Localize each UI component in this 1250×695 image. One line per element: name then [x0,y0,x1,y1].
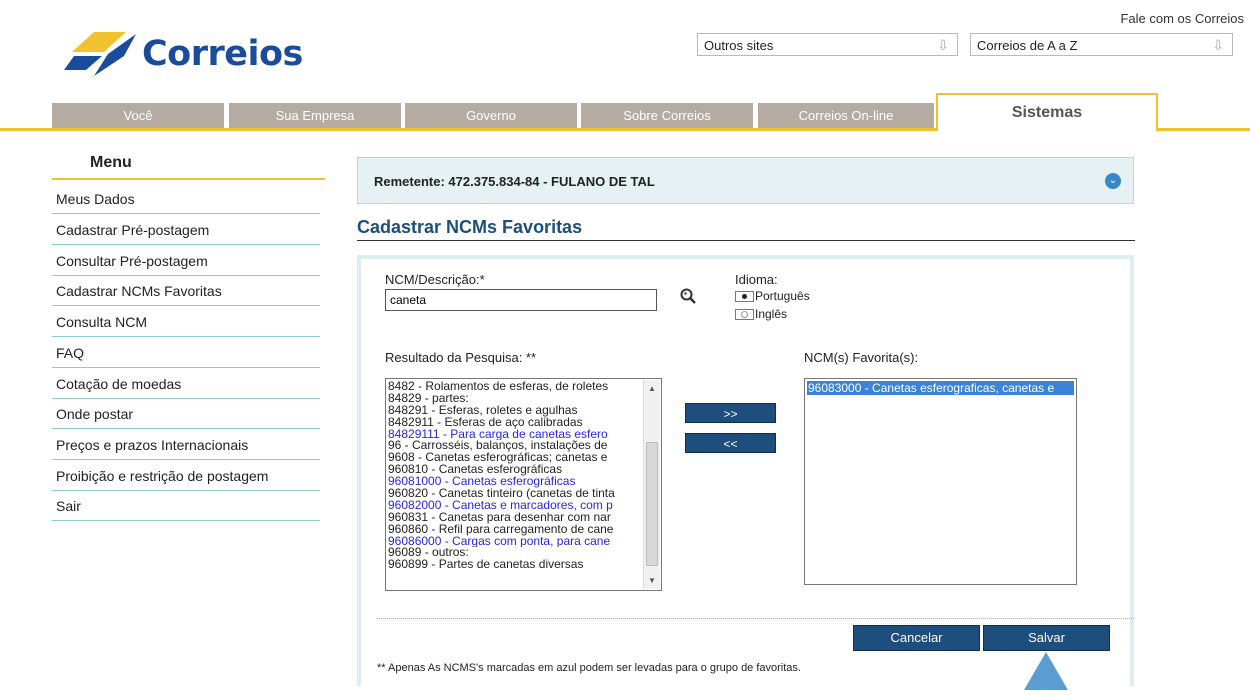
correios-a-z-value: Correios de A a Z [977,38,1078,53]
favorites-list[interactable]: 96083000 - Canetas esferograficas, canet… [804,378,1077,585]
search-icon[interactable] [679,287,697,305]
ncm-search-input[interactable] [385,289,657,311]
sidebar-item-sair[interactable]: Sair [52,490,320,521]
scroll-up-icon[interactable]: ▲ [648,384,656,393]
sidebar-item-onde-postar[interactable]: Onde postar [52,398,320,429]
correios-logo-icon [64,32,136,76]
sidebar-item-precos-prazos[interactable]: Preços e prazos Internacionais [52,429,320,460]
results-label: Resultado da Pesquisa: ** [385,350,537,365]
idioma-label: Idioma: [735,272,778,287]
list-item[interactable]: 8482911 - Esferas de aço calibradas [388,417,640,429]
correios-logo[interactable]: Correios [64,22,324,82]
list-item[interactable]: 84829 - partes: [388,393,640,405]
sidebar-item-proibicao[interactable]: Proibição e restrição de postagem [52,460,320,491]
list-item[interactable]: 960820 - Canetas tinteiro (canetas de ti… [388,488,640,500]
list-item[interactable]: 84829111 - Para carga de canetas esfero [388,429,640,441]
logo-text: Correios [142,34,303,74]
results-list[interactable]: 8482 - Rolamentos de esferas, de roletes… [385,378,662,591]
radio-ingles[interactable] [735,309,754,321]
sidebar-item-consultar-pre-postagem[interactable]: Consultar Pré-postagem [52,245,320,276]
list-item[interactable]: 960860 - Refil para carregamento de cane [388,524,640,536]
idioma-ingles-option[interactable]: Inglês [735,307,787,321]
radio-ingles-label: Inglês [755,307,788,321]
menu-title: Menu [90,154,132,171]
tab-governo[interactable]: Governo [405,103,577,128]
sidebar-item-faq[interactable]: FAQ [52,337,320,368]
remetente-text: Remetente: 472.375.834-84 - FULANO DE TA… [374,174,655,189]
contact-link[interactable]: Fale com os Correios [1120,11,1244,26]
list-item[interactable]: 96082000 - Canetas e marcadores, com p [388,500,640,512]
correios-a-z-select[interactable]: Correios de A a Z ⇩ [970,33,1233,56]
footnote: ** Apenas As NCMS's marcadas em azul pod… [377,662,801,674]
idioma-portugues-option[interactable]: Português [735,289,810,303]
results-list-items: 8482 - Rolamentos de esferas, de roletes… [388,381,640,571]
list-item[interactable]: 960810 - Canetas esferográficas [388,464,640,476]
results-scrollbar[interactable]: ▲ ▼ [643,380,660,589]
save-button[interactable]: Salvar [983,625,1110,651]
list-item[interactable]: 96 - Carrosséis, balanços, instalações d… [388,440,640,452]
tab-sua-empresa[interactable]: Sua Empresa [229,103,401,128]
sidebar-item-cotacao[interactable]: Cotação de moedas [52,368,320,399]
expand-chevron-icon[interactable]: ⌄ [1105,173,1121,189]
scroll-thumb[interactable] [646,442,658,566]
outros-sites-select[interactable]: Outros sites ⇩ [697,33,958,56]
remove-favorite-button[interactable]: << [685,433,776,453]
outros-sites-value: Outros sites [704,38,774,53]
menu-divider [52,178,325,180]
tab-voce[interactable]: Você [52,103,224,128]
sidebar-item-cadastrar-pre-postagem[interactable]: Cadastrar Pré-postagem [52,214,320,245]
page-title: Cadastrar NCMs Favoritas [357,217,583,237]
list-item[interactable]: 96086000 - Cargas com ponta, para cane [388,536,640,548]
favorites-label: NCM(s) Favorita(s): [804,350,919,365]
add-favorite-button[interactable]: >> [685,403,776,423]
list-item[interactable]: 960831 - Canetas para desenhar com nar [388,512,640,524]
cancel-button[interactable]: Cancelar [853,625,980,651]
list-item[interactable]: 960899 - Partes de canetas diversas [388,559,640,571]
list-item[interactable]: 9608 - Canetas esferográficas; canetas e [388,452,640,464]
tab-sobre-correios[interactable]: Sobre Correios [581,103,753,128]
chevron-down-icon: ⇩ [1212,37,1224,53]
radio-portugues-label: Português [755,289,810,303]
ncm-label: NCM/Descrição:* [385,272,485,287]
tab-sistemas[interactable]: Sistemas [936,93,1158,131]
sidebar-item-cadastrar-ncms[interactable]: Cadastrar NCMs Favoritas [52,275,320,306]
list-item[interactable]: 8482 - Rolamentos de esferas, de roletes [388,381,640,393]
sidebar-item-meus-dados[interactable]: Meus Dados [52,183,320,214]
title-divider [357,240,1135,241]
form-divider [377,618,1134,619]
remetente-bar: Remetente: 472.375.834-84 - FULANO DE TA… [357,157,1134,204]
scroll-down-icon[interactable]: ▼ [648,576,656,585]
list-item[interactable]: 96081000 - Canetas esferográficas [388,476,640,488]
tab-correios-online[interactable]: Correios On-line [758,103,934,128]
sidebar-item-consulta-ncm[interactable]: Consulta NCM [52,306,320,337]
arrow-up-icon [1016,650,1076,690]
chevron-down-icon: ⇩ [937,37,949,53]
radio-portugues[interactable] [735,291,754,303]
list-item[interactable]: 848291 - Esferas, roletes e agulhas [388,405,640,417]
favorite-item[interactable]: 96083000 - Canetas esferograficas, canet… [807,381,1074,395]
list-item[interactable]: 96089 - outros: [388,547,640,559]
